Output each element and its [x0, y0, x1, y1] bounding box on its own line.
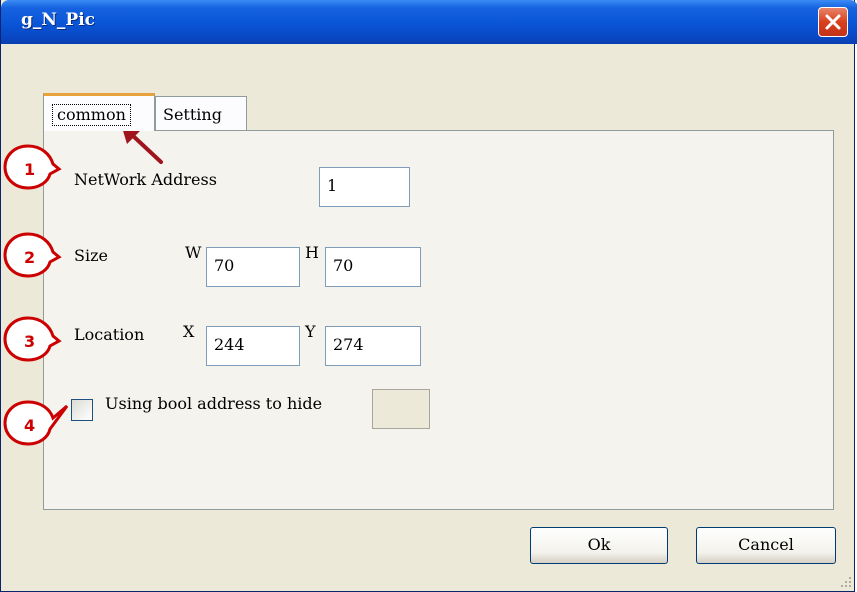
y-input[interactable]: 274 — [325, 326, 421, 366]
height-label: H — [305, 243, 319, 262]
x-label: X — [183, 322, 195, 341]
hide-address-input[interactable] — [372, 389, 430, 429]
width-label: W — [185, 243, 202, 262]
size-label: Size — [74, 246, 108, 265]
y-label: Y — [305, 322, 316, 341]
width-input[interactable]: 70 — [206, 247, 300, 287]
close-icon — [825, 14, 841, 30]
cancel-button[interactable]: Cancel — [696, 527, 836, 564]
x-input[interactable]: 244 — [206, 326, 300, 366]
title-bar[interactable]: g_N_Pic — [1, 0, 857, 44]
callout-4-number: 4 — [24, 416, 35, 435]
tab-common[interactable]: common — [43, 93, 155, 131]
network-address-label: NetWork Address — [74, 170, 217, 189]
callout-4-icon: 4 — [3, 400, 69, 446]
callout-2-number: 2 — [24, 248, 35, 267]
height-input[interactable]: 70 — [325, 247, 421, 287]
tab-setting-label: Setting — [163, 105, 222, 124]
callout-3-number: 3 — [24, 332, 35, 351]
callout-2-icon: 2 — [3, 232, 62, 278]
close-button[interactable] — [818, 7, 848, 37]
dialog-window: g_N_Pic common Setting NetWork Address 1… — [0, 0, 857, 592]
hide-checkbox[interactable] — [71, 399, 93, 421]
window-title: g_N_Pic — [21, 10, 96, 30]
callout-1-icon: 1 — [3, 144, 62, 190]
callout-3-icon: 3 — [3, 316, 62, 362]
resize-grip-icon[interactable] — [839, 575, 853, 589]
callout-1-number: 1 — [24, 160, 35, 179]
hide-checkbox-label: Using bool address to hide — [105, 394, 323, 413]
tab-common-label: common — [52, 104, 131, 126]
location-label: Location — [74, 325, 145, 344]
network-address-input[interactable]: 1 — [319, 167, 410, 207]
ok-button[interactable]: Ok — [530, 527, 668, 564]
